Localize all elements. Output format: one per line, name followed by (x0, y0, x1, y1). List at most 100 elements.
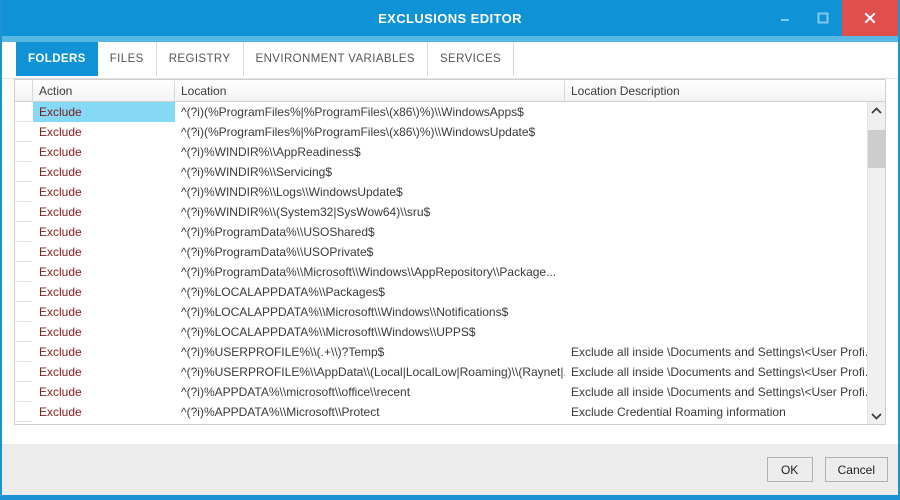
cell-location-description (565, 182, 885, 202)
grid-header-row: Action Location Location Description (15, 80, 885, 102)
scroll-down-button[interactable] (868, 407, 885, 424)
row-selector-cell[interactable] (15, 202, 33, 222)
tab-strip-filler (514, 42, 898, 76)
row-selector-cell[interactable] (15, 322, 33, 342)
row-selector-cell[interactable] (15, 342, 33, 362)
row-selector-cell[interactable] (15, 302, 33, 322)
table-row[interactable]: Exclude ^(?i)%USERPROFILE%\\(.+\\)?Temp$ E… (15, 342, 885, 362)
tab-environment-variables-label: ENVIRONMENT VARIABLES (255, 53, 415, 65)
table-row[interactable]: Exclude ^(?i)%LOCALAPPDATA%\\Microsoft\\W… (15, 302, 885, 322)
close-button[interactable] (842, 0, 898, 36)
tab-services-label: SERVICES (439, 53, 502, 65)
ok-button[interactable]: OK (766, 457, 813, 482)
cell-action: Exclude (39, 225, 82, 239)
cell-action: Exclude (39, 185, 82, 199)
exclusions-grid: Action Location Location Description Exc… (14, 79, 886, 425)
tab-registry[interactable]: REGISTRY (156, 42, 244, 76)
minimize-button[interactable] (766, 0, 804, 36)
column-header-description[interactable]: Location Description (565, 80, 885, 101)
cell-location: ^(?i)%WINDIR%\\Logs\\WindowsUpdate$ (181, 185, 403, 199)
cell-location: ^(?i)%LOCALAPPDATA%\\Microsoft\\Windows\… (181, 325, 476, 339)
table-row[interactable]: Exclude ^(?i)(%ProgramFiles%|%ProgramFile… (15, 122, 885, 142)
row-selector-cell[interactable] (15, 102, 33, 122)
tab-strip: FOLDERS FILES REGISTRY ENVIRONMENT VARIA… (2, 42, 898, 76)
row-selector-cell[interactable] (15, 242, 33, 262)
cell-location: ^(?i)(%ProgramFiles%|%ProgramFiles\(x86\… (181, 125, 536, 139)
table-row[interactable]: Exclude ^(?i)%USERPROFILE%\\AppData\\(Loc… (15, 362, 885, 382)
cell-action: Exclude (33, 102, 175, 122)
cell-location: ^(?i)%USERPROFILE%\\(.+\\)?Temp$ (181, 345, 385, 359)
column-header-location[interactable]: Location (175, 80, 565, 101)
row-selector-cell[interactable] (15, 262, 33, 282)
row-selector-cell[interactable] (15, 402, 33, 422)
cell-location-description (565, 122, 885, 142)
tab-environment-variables[interactable]: ENVIRONMENT VARIABLES (243, 42, 428, 76)
cell-action: Exclude (39, 345, 82, 359)
row-selector-cell[interactable] (15, 122, 33, 142)
cell-location: ^(?i)%LOCALAPPDATA%\\Microsoft\\Windows\… (181, 305, 509, 319)
table-row[interactable]: Exclude ^(?i)%APPDATA%\\Microsoft\\Protec… (15, 402, 885, 422)
cell-action: Exclude (39, 145, 82, 159)
column-header-action[interactable]: Action (33, 80, 175, 101)
table-row[interactable]: Exclude ^(?i)%WINDIR%\\(System32|SysWow64… (15, 202, 885, 222)
table-row[interactable]: Exclude ^(?i)%LOCALAPPDATA%\\Microsoft\\W… (15, 322, 885, 342)
dialog-footer: OK Cancel (2, 443, 898, 495)
tab-folders-label: FOLDERS (28, 53, 86, 65)
column-header-action-label: Action (39, 83, 73, 98)
maximize-button[interactable] (804, 0, 842, 36)
cell-action: Exclude (39, 165, 82, 179)
table-row[interactable]: Exclude ^(?i)%WINDIR%\\Logs\\WindowsUpdat… (15, 182, 885, 202)
cell-action: Exclude (39, 365, 82, 379)
cell-location: ^(?i)%WINDIR%\\AppReadiness$ (181, 145, 361, 159)
table-row[interactable]: Exclude ^(?i)(%ProgramFiles%|%ProgramFile… (15, 102, 885, 122)
cell-action: Exclude (39, 125, 82, 139)
cell-location: ^(?i)%LOCALAPPDATA%\\Packages$ (181, 285, 385, 299)
row-selector-cell[interactable] (15, 222, 33, 242)
cell-location: ^(?i)%USERPROFILE%\\AppData\\(Local|Loca… (181, 365, 565, 379)
title-bar: EXCLUSIONS EDITOR (2, 0, 898, 36)
scroll-up-button[interactable] (868, 102, 885, 119)
cell-action: Exclude (39, 305, 82, 319)
table-row[interactable]: Exclude ^(?i)%WINDIR%\\Servicing$ (15, 162, 885, 182)
tab-services[interactable]: SERVICES (427, 42, 515, 76)
table-row[interactable]: Exclude ^(?i)%ProgramData%\\USOPrivate$ (15, 242, 885, 262)
row-selector-cell[interactable] (15, 142, 33, 162)
grid-body[interactable]: Exclude ^(?i)(%ProgramFiles%|%ProgramFile… (15, 102, 885, 424)
tab-folders[interactable]: FOLDERS (16, 42, 98, 76)
cell-location: ^(?i)%WINDIR%\\(System32|SysWow64)\\sru$ (181, 205, 431, 219)
table-row[interactable]: Exclude ^(?i)%ProgramData%\\USOShared$ (15, 222, 885, 242)
cell-location: ^(?i)(%ProgramFiles%|%ProgramFiles\(x86\… (181, 105, 524, 119)
row-selector-cell[interactable] (15, 362, 33, 382)
cell-action: Exclude (39, 205, 82, 219)
grid-vertical-scrollbar[interactable] (867, 102, 885, 424)
cell-location-description (565, 322, 885, 342)
table-row[interactable]: Exclude ^(?i)%LOCALAPPDATA%\\Packages$ (15, 282, 885, 302)
cell-location: ^(?i)%ProgramData%\\USOPrivate$ (181, 245, 374, 259)
table-row[interactable]: Exclude ^(?i)%APPDATA%\\microsoft\\office… (15, 382, 885, 402)
cell-action: Exclude (39, 325, 82, 339)
cell-location: ^(?i)%WINDIR%\\Servicing$ (181, 165, 332, 179)
minimize-icon (781, 19, 789, 21)
table-row[interactable]: Exclude ^(?i)%WINDIR%\\AppReadiness$ (15, 142, 885, 162)
cell-action: Exclude (39, 245, 82, 259)
cell-location-description: Exclude Credential Roaming information (571, 405, 786, 419)
table-row[interactable]: Exclude ^(?i)%ProgramData%\\Microsoft\\Wi… (15, 262, 885, 282)
maximize-icon (817, 12, 829, 24)
row-selector-cell[interactable] (15, 382, 33, 402)
cancel-button[interactable]: Cancel (824, 457, 888, 482)
cell-location-description (565, 282, 885, 302)
row-selector-cell[interactable] (15, 162, 33, 182)
cell-location-description (565, 222, 885, 242)
tab-files[interactable]: FILES (97, 42, 157, 76)
cell-location-description (565, 202, 885, 222)
row-selector-cell[interactable] (15, 282, 33, 302)
cell-action: Exclude (39, 265, 82, 279)
cell-location-description (565, 262, 885, 282)
tab-files-label: FILES (109, 53, 144, 65)
scrollbar-thumb[interactable] (868, 130, 885, 168)
tab-registry-label: REGISTRY (168, 53, 231, 65)
row-selector-cell[interactable] (15, 182, 33, 202)
grid-header-gutter (15, 80, 33, 101)
cell-action: Exclude (39, 285, 82, 299)
column-header-description-label: Location Description (571, 83, 680, 98)
